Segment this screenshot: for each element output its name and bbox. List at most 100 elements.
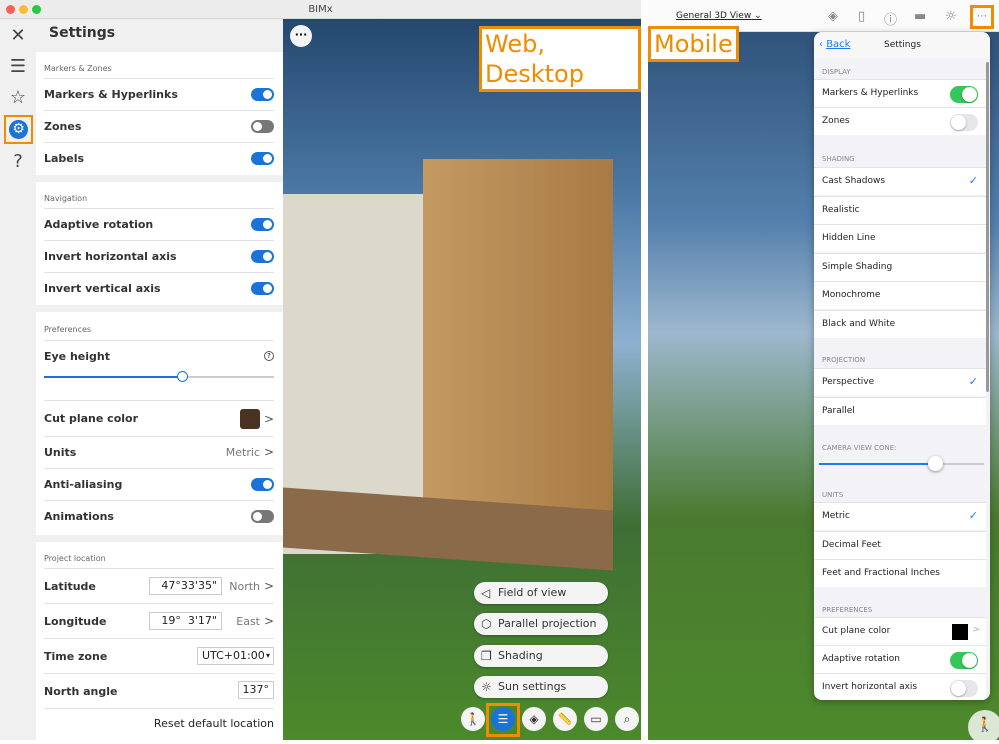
shading-button[interactable]: ❐ Shading <box>474 645 608 667</box>
color-swatch[interactable] <box>952 624 968 640</box>
units-row[interactable]: Units Metric > <box>44 436 274 468</box>
bookmark-icon[interactable]: ▯ <box>858 9 865 24</box>
units-option[interactable]: Feet and Fractional Inches <box>814 559 986 587</box>
scrollbar[interactable] <box>986 62 989 392</box>
row-label: Feet and Fractional Inches <box>822 568 940 578</box>
camera-cone-slider[interactable] <box>819 456 984 471</box>
cube-icon: ⬡ <box>481 617 492 631</box>
anti-aliasing-toggle[interactable] <box>251 478 274 491</box>
eye-height-slider[interactable] <box>44 371 274 382</box>
row-label: Perspective <box>822 377 875 387</box>
projection-option[interactable]: Perspective ✓ <box>814 368 986 396</box>
field-of-view-button[interactable]: ◁ Field of view <box>474 582 608 604</box>
shading-option[interactable]: Realistic <box>814 195 986 224</box>
row-label: Longitude <box>44 615 107 628</box>
checkmark-icon: ✓ <box>968 375 978 388</box>
time-zone-row: Time zone UTC+01:00 ▾ <box>44 638 274 673</box>
navigation-section: Navigation Adaptive rotation Invert hori… <box>36 182 283 305</box>
layers-button[interactable]: ◈ <box>522 707 546 731</box>
walk-icon: 🚶 <box>976 717 994 733</box>
help-icon[interactable]: ? <box>264 351 274 361</box>
invert-horizontal-toggle[interactable] <box>950 680 978 697</box>
markers-toggle[interactable] <box>950 86 978 103</box>
adaptive-rotation-toggle[interactable] <box>251 218 274 231</box>
longitude-direction[interactable]: East <box>236 615 260 628</box>
latitude-row: Latitude 47°33'35" North > <box>44 568 274 603</box>
units-option[interactable]: Metric ✓ <box>814 502 986 530</box>
shading-option[interactable]: Simple Shading <box>814 252 986 281</box>
settings-button[interactable]: ⚙ <box>4 115 33 144</box>
longitude-input[interactable]: 19° 3'17" <box>149 612 222 630</box>
mobile-settings-popover: ‹ Back Settings DISPLAY Markers & Hyperl… <box>814 32 990 700</box>
help-icon[interactable]: ? <box>6 150 30 174</box>
preferences-section: Preferences Eye height ? Cut plane color… <box>36 312 283 535</box>
view-selector[interactable]: General 3D View ⌄ <box>676 11 762 21</box>
zoom-window-button[interactable] <box>32 5 41 14</box>
issue-icon[interactable]: ⓘ <box>884 9 897 28</box>
field-of-view-icon: ◁ <box>481 586 491 600</box>
units-option[interactable]: Decimal Feet <box>814 530 986 559</box>
shading-option[interactable]: Cast Shadows ✓ <box>814 167 986 195</box>
invert-horizontal-row: Invert horizontal axis <box>44 240 274 272</box>
cut-plane-color-row[interactable]: Cut plane color > <box>44 400 274 436</box>
time-zone-select[interactable]: UTC+01:00 ▾ <box>197 647 274 665</box>
section-header: CAMERA VIEW CONE: <box>822 444 897 452</box>
star-icon[interactable]: ☆ <box>6 86 30 110</box>
mobile-invert-row: Invert horizontal axis <box>814 673 986 700</box>
invert-vertical-toggle[interactable] <box>251 282 274 295</box>
shading-option[interactable]: Monochrome <box>814 281 986 309</box>
section-header: SHADING <box>822 155 855 163</box>
more-button[interactable]: ··· <box>290 25 312 47</box>
sun-settings-button[interactable]: ☼ Sun settings <box>474 676 608 698</box>
shading-option[interactable]: Black and White <box>814 309 986 338</box>
reset-row: Reset default location <box>44 708 274 740</box>
projection-option[interactable]: Parallel <box>814 396 986 425</box>
zones-row: Zones <box>44 110 274 142</box>
button-label: Field of view <box>498 586 567 599</box>
longitude-row: Longitude 19° 3'17" East > <box>44 603 274 638</box>
popover-header: ‹ Back Settings <box>814 32 990 58</box>
adaptive-rotation-toggle[interactable] <box>950 652 978 669</box>
button-label: Shading <box>498 649 543 662</box>
close-icon[interactable]: ✕ <box>6 24 30 48</box>
mobile-cut-plane-row[interactable]: Cut plane color > <box>814 617 986 645</box>
slider-thumb[interactable] <box>927 456 943 471</box>
zones-toggle[interactable] <box>950 114 978 131</box>
markers-hyperlinks-toggle[interactable] <box>251 88 274 101</box>
more-icon[interactable]: ⋯ <box>970 5 994 29</box>
zones-toggle[interactable] <box>251 120 274 133</box>
web-desktop-label: Web, Desktop <box>479 26 641 92</box>
mobile-adaptive-row: Adaptive rotation <box>814 645 986 673</box>
slider-thumb[interactable] <box>177 371 188 382</box>
walk-icon: 🚶 <box>465 712 481 726</box>
close-window-button[interactable] <box>6 5 15 14</box>
shading-option[interactable]: Hidden Line <box>814 224 986 252</box>
north-angle-input[interactable]: 137° <box>238 681 274 699</box>
animations-toggle[interactable] <box>251 510 274 523</box>
parallel-projection-button[interactable]: ⬡ Parallel projection <box>474 613 608 635</box>
list-icon[interactable]: ☰ <box>6 55 30 79</box>
minimap-button[interactable]: ▭ <box>584 707 608 731</box>
back-button[interactable]: ‹ Back <box>819 39 850 50</box>
chevron-down-icon: ⌄ <box>754 11 762 21</box>
building-facade <box>423 159 613 519</box>
sun-icon[interactable]: ☼ <box>945 9 957 24</box>
window-title: BIMx <box>308 4 333 15</box>
measure-button[interactable]: 📏 <box>553 707 577 731</box>
search-icon: ⌕ <box>623 712 631 726</box>
walk-mode-button[interactable]: 🚶 <box>968 710 999 744</box>
color-swatch[interactable] <box>240 409 260 429</box>
latitude-input[interactable]: 47°33'35" <box>149 577 222 595</box>
invert-horizontal-toggle[interactable] <box>251 250 274 263</box>
labels-toggle[interactable] <box>251 152 274 165</box>
sliders-icon: ☰ <box>497 712 509 726</box>
minimize-window-button[interactable] <box>19 5 28 14</box>
view-settings-button[interactable]: ☰ <box>491 707 515 731</box>
zoom-view-button[interactable]: ⌕ <box>615 707 639 731</box>
walk-mode-button[interactable]: 🚶 <box>461 707 485 731</box>
ruler-icon[interactable]: ▬ <box>914 9 926 24</box>
latitude-direction[interactable]: North <box>229 580 260 593</box>
layers-icon[interactable]: ◈ <box>828 9 838 24</box>
sun-icon: ☼ <box>481 680 492 694</box>
reset-default-location-button[interactable]: Reset default location <box>154 717 274 730</box>
